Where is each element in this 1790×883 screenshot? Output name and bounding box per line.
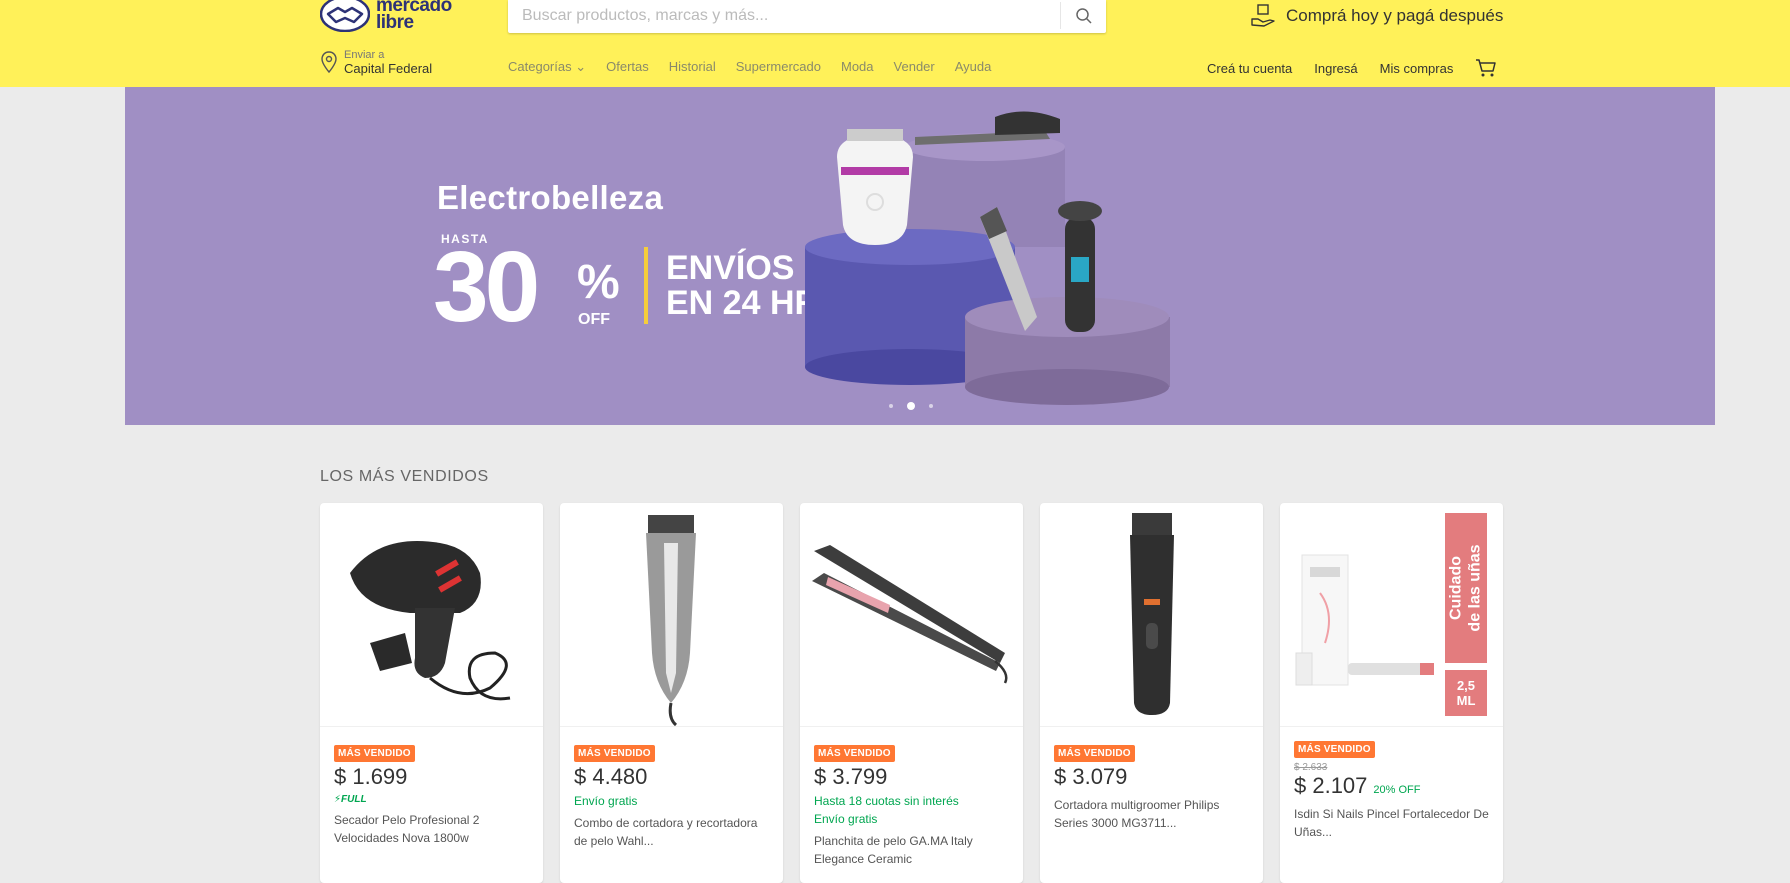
nav-supermercado[interactable]: Supermercado bbox=[736, 59, 821, 75]
product-card[interactable]: Cuidado de las uñas 2,5 ML MÁS VENDIDO $ 2… bbox=[1280, 503, 1503, 883]
product-info: MÁS VENDIDO $ 3.799 Hasta 18 cuotas sin … bbox=[814, 743, 1010, 868]
product-info: MÁS VENDIDO $ 3.079 Cortadora multigroom… bbox=[1054, 743, 1250, 832]
promo-text: Comprá hoy y pagá después bbox=[1286, 6, 1504, 25]
nav-ayuda[interactable]: Ayuda bbox=[955, 59, 992, 75]
handshake-icon bbox=[319, 0, 371, 33]
carousel-dot[interactable] bbox=[889, 404, 893, 408]
hero-divider bbox=[644, 247, 648, 324]
carousel-dots bbox=[889, 402, 933, 410]
search-button[interactable] bbox=[1060, 2, 1106, 29]
product-info: MÁS VENDIDO $ 2.633 $ 2.107 20% OFF Isdi… bbox=[1294, 739, 1490, 841]
product-info: MÁS VENDIDO $ 4.480 Envío gratis Combo d… bbox=[574, 743, 770, 850]
volume-value: 2,5 bbox=[1456, 678, 1476, 693]
best-seller-badge: MÁS VENDIDO bbox=[1294, 741, 1375, 758]
product-image bbox=[560, 503, 783, 727]
top-header: mercado libre Comprá hoy y pagá después … bbox=[0, 0, 1790, 87]
product-price: $ 3.079 bbox=[1054, 764, 1250, 790]
nav-label: Categorías bbox=[508, 59, 572, 74]
volume-tag: 2,5 ML bbox=[1445, 670, 1487, 716]
create-account-link[interactable]: Creá tu cuenta bbox=[1207, 61, 1292, 76]
location-pin-icon bbox=[321, 51, 337, 74]
hero-banner[interactable]: Electrobelleza HASTA 30 % OFF ENVÍOS EN … bbox=[125, 87, 1715, 425]
product-card[interactable]: MÁS VENDIDO $ 1.699 ⚡FULL Secador Pelo P… bbox=[320, 503, 543, 883]
hero-off: OFF bbox=[578, 311, 610, 328]
cart-icon[interactable] bbox=[1475, 58, 1497, 78]
shipping-location[interactable]: Enviar a Capital Federal bbox=[320, 48, 432, 76]
product-price: $ 1.699 bbox=[334, 764, 530, 790]
search-input[interactable] bbox=[520, 0, 1064, 32]
product-title: Planchita de pelo GA.MA Italy Elegance C… bbox=[814, 834, 973, 866]
price-value: $ 2.107 bbox=[1294, 773, 1368, 798]
buy-now-pay-later-link[interactable]: Comprá hoy y pagá después bbox=[1250, 2, 1503, 30]
product-image bbox=[1040, 503, 1263, 727]
best-seller-badge: MÁS VENDIDO bbox=[334, 745, 415, 762]
product-title: Combo de cortadora y recortadora de pelo… bbox=[574, 816, 758, 848]
best-seller-badge: MÁS VENDIDO bbox=[814, 745, 895, 762]
price-value: $ 3.799 bbox=[814, 764, 888, 789]
product-title: Isdin Si Nails Pincel Fortalecedor De Uñ… bbox=[1294, 807, 1489, 839]
carousel-dot-active[interactable] bbox=[907, 402, 915, 410]
search-bar bbox=[508, 0, 1106, 33]
tag-line-2: de las uñas bbox=[1467, 544, 1484, 632]
category-tag: Cuidado de las uñas bbox=[1445, 513, 1487, 663]
product-info: MÁS VENDIDO $ 1.699 ⚡FULL Secador Pelo P… bbox=[334, 743, 530, 847]
price-value: $ 3.079 bbox=[1054, 764, 1128, 789]
price-value: $ 4.480 bbox=[574, 764, 648, 789]
price-value: $ 1.699 bbox=[334, 764, 408, 789]
product-card[interactable]: MÁS VENDIDO $ 4.480 Envío gratis Combo d… bbox=[560, 503, 783, 883]
nav-ofertas[interactable]: Ofertas bbox=[606, 59, 649, 75]
best-sellers-list: MÁS VENDIDO $ 1.699 ⚡FULL Secador Pelo P… bbox=[320, 503, 1503, 883]
product-title: Secador Pelo Profesional 2 Velocidades N… bbox=[334, 813, 480, 845]
volume-unit: ML bbox=[1456, 693, 1476, 708]
full-shipping-badge: ⚡FULL bbox=[334, 794, 367, 805]
product-price: $ 2.107 20% OFF bbox=[1294, 773, 1490, 799]
product-card[interactable]: MÁS VENDIDO $ 3.079 Cortadora multigroom… bbox=[1040, 503, 1263, 883]
product-image bbox=[320, 503, 543, 727]
hand-box-icon bbox=[1251, 4, 1275, 27]
best-seller-badge: MÁS VENDIDO bbox=[1054, 745, 1135, 762]
login-link[interactable]: Ingresá bbox=[1314, 61, 1357, 76]
carousel-dot[interactable] bbox=[929, 404, 933, 408]
installments-label: Hasta 18 cuotas sin interés bbox=[814, 794, 959, 808]
product-image bbox=[800, 503, 1023, 727]
ship-city: Capital Federal bbox=[344, 61, 433, 76]
logo-text: mercado libre bbox=[376, 0, 452, 33]
section-title: LOS MÁS VENDIDOS bbox=[320, 468, 489, 485]
hero-discount-number: 30 bbox=[433, 231, 540, 343]
shipping-text: Enviar a Capital Federal bbox=[344, 49, 432, 75]
search-icon bbox=[1075, 7, 1092, 24]
discount-label: 20% OFF bbox=[1373, 784, 1421, 796]
product-price: $ 4.480 bbox=[574, 764, 770, 790]
hero-percent: % bbox=[577, 256, 620, 309]
nav-historial[interactable]: Historial bbox=[669, 59, 716, 75]
product-title: Cortadora multigroomer Philips Series 30… bbox=[1054, 798, 1220, 830]
hero-products-illustration bbox=[805, 111, 1170, 405]
user-nav: Creá tu cuenta Ingresá Mis compras bbox=[1207, 58, 1497, 78]
logo-line-2: libre bbox=[376, 12, 414, 33]
my-purchases-link[interactable]: Mis compras bbox=[1380, 61, 1454, 76]
best-seller-badge: MÁS VENDIDO bbox=[574, 745, 655, 762]
main-nav: Categorías ⌄ Ofertas Historial Supermerc… bbox=[508, 59, 991, 75]
hero-title: Electrobelleza bbox=[437, 179, 664, 216]
tag-line-1: Cuidado bbox=[1448, 556, 1465, 620]
free-shipping-label: Envío gratis bbox=[814, 812, 878, 826]
nav-categorias[interactable]: Categorías ⌄ bbox=[508, 59, 586, 75]
mercadolibre-logo[interactable]: mercado libre bbox=[319, 0, 470, 34]
nav-vender[interactable]: Vender bbox=[894, 59, 935, 75]
product-price: $ 3.799 bbox=[814, 764, 1010, 790]
product-card[interactable]: MÁS VENDIDO $ 3.799 Hasta 18 cuotas sin … bbox=[800, 503, 1023, 883]
original-price: $ 2.633 bbox=[1294, 762, 1328, 773]
chevron-down-icon: ⌄ bbox=[575, 59, 587, 74]
free-shipping-label: Envío gratis bbox=[574, 794, 638, 808]
nav-moda[interactable]: Moda bbox=[841, 59, 874, 75]
